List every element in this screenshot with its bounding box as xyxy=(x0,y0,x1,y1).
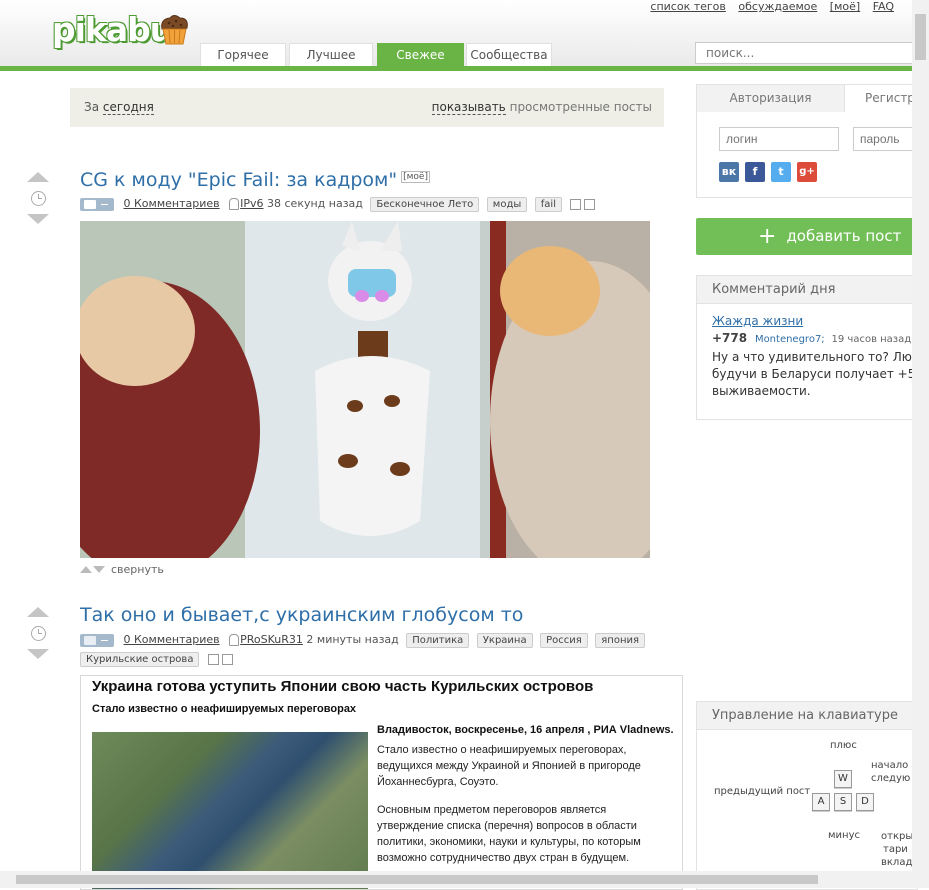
post-meta: 0 Комментариев IPv6 38 секунд назад Беск… xyxy=(80,197,596,212)
author-link[interactable]: PRoSKuR31 xyxy=(240,633,303,646)
widget-title: Комментарий дня xyxy=(697,276,917,304)
downvote-arrow-icon[interactable] xyxy=(27,649,49,659)
logo[interactable]: pikabu xyxy=(52,10,173,49)
widget-title: Управление на клавиатуре xyxy=(697,702,917,730)
horizontal-scroll-thumb[interactable] xyxy=(16,875,818,884)
key-s: S xyxy=(834,793,852,811)
user-icon xyxy=(229,634,240,646)
filter-bar: За сегодня показывать просмотренные пост… xyxy=(70,88,664,127)
tag[interactable]: япония xyxy=(595,633,645,648)
facebook-icon[interactable]: f xyxy=(745,162,765,182)
post-title[interactable]: CG к моду "Epic Fail: за кадром" [моё] xyxy=(80,169,430,191)
tag[interactable]: Курильские острова xyxy=(80,652,200,667)
muffin-logo-icon[interactable] xyxy=(157,14,191,46)
post-time: 2 минуты назад xyxy=(306,633,399,646)
save-icon[interactable] xyxy=(570,198,582,210)
tab-hot[interactable]: Горячее xyxy=(200,43,286,66)
login-input[interactable] xyxy=(719,127,839,151)
key-d: D xyxy=(856,793,874,811)
comment-rating: +778 xyxy=(712,331,748,345)
comment-of-day-widget: Комментарий дня Жажда жизни +778 Montene… xyxy=(696,275,918,420)
tab-authorization[interactable]: Авторизация xyxy=(697,85,845,112)
next-label: начало следую xyxy=(871,760,911,784)
header: pikabu список тегов обсуждаемое [моё] FA… xyxy=(0,0,917,70)
keyboard-widget: Управление на клавиатуре плюс предыдущий… xyxy=(696,701,918,890)
comment-time: 19 часов назад xyxy=(831,334,912,345)
vote-controls xyxy=(27,172,49,224)
post-title[interactable]: Так оно и бывает,с украинским глобусом т… xyxy=(80,604,523,626)
tag[interactable]: Бесконечное Лето xyxy=(370,197,480,212)
header-divider xyxy=(0,66,912,71)
viewed-posts-label: просмотренные посты xyxy=(509,100,652,114)
plus-label: плюс xyxy=(830,740,857,751)
downvote-arrow-icon[interactable] xyxy=(27,214,49,224)
search-input[interactable] xyxy=(695,42,917,64)
map-image xyxy=(92,732,368,889)
tag[interactable]: Политика xyxy=(406,633,470,648)
news-headline: Украина готова уступить Японии свою част… xyxy=(92,678,594,695)
open-tab-label: откры тари вклад xyxy=(881,831,914,868)
period-selector[interactable]: сегодня xyxy=(102,100,154,115)
clock-icon xyxy=(30,191,46,206)
mine-link[interactable]: [моё] xyxy=(830,0,860,13)
upvote-arrow-icon[interactable] xyxy=(27,172,49,182)
tag[interactable]: моды xyxy=(486,197,528,212)
twitter-icon[interactable]: t xyxy=(771,162,791,182)
post-meta-line2: Курильские острова xyxy=(80,652,233,667)
horizontal-scrollbar[interactable] xyxy=(0,871,912,888)
comment-text: Ну а что удивительного то? Люба будучи в… xyxy=(712,350,918,398)
comments-link[interactable]: 0 Комментариев xyxy=(124,633,220,646)
top-links: список тегов обсуждаемое [моё] FAQ xyxy=(641,0,894,13)
prev-post-label: предыдущий пост xyxy=(714,786,811,797)
down-arrow-icon xyxy=(93,566,105,573)
post-meta: 0 Комментариев PRoSKuR31 2 минуты назад … xyxy=(80,633,645,648)
comments-link[interactable]: 0 Комментариев xyxy=(124,197,220,210)
post-image[interactable] xyxy=(80,221,650,558)
expand-icon[interactable] xyxy=(584,198,596,210)
tag[interactable]: fail xyxy=(534,197,562,212)
minus-label: минус xyxy=(828,830,860,841)
tab-best[interactable]: Лучшее xyxy=(289,43,373,66)
text-type-icon[interactable] xyxy=(80,633,114,647)
plus-icon: + xyxy=(758,224,777,249)
clock-icon xyxy=(30,626,46,641)
news-subheadline: Стало известно о неафишируемых переговор… xyxy=(92,703,357,715)
vk-icon[interactable]: вк xyxy=(719,162,739,182)
show-viewed-toggle[interactable]: показывать xyxy=(431,100,506,115)
post-time: 38 секунд назад xyxy=(267,197,363,210)
add-post-button[interactable]: + добавить пост xyxy=(696,218,916,255)
tag[interactable]: Украина xyxy=(476,633,533,648)
tags-list-link[interactable]: список тегов xyxy=(650,0,725,13)
tab-communities[interactable]: Сообщества xyxy=(466,43,552,66)
expand-icon[interactable] xyxy=(221,653,233,665)
comment-author[interactable]: Montenegro7; xyxy=(755,334,825,345)
vertical-scroll-thumb[interactable] xyxy=(915,14,926,60)
user-icon xyxy=(229,198,240,210)
image-type-icon[interactable] xyxy=(80,197,114,211)
upvote-arrow-icon[interactable] xyxy=(27,607,49,617)
comment-post-link[interactable]: Жажда жизни xyxy=(712,314,917,328)
up-arrow-icon xyxy=(80,566,92,573)
save-icon[interactable] xyxy=(207,653,219,665)
auth-panel: Авторизация Регистрация вк f t g+ xyxy=(696,84,929,198)
author-link[interactable]: IPv6 xyxy=(240,197,263,210)
news-body: Стало известно о неафишируемых переговор… xyxy=(377,744,641,864)
vertical-scrollbar[interactable] xyxy=(912,0,929,888)
google-plus-icon[interactable]: g+ xyxy=(797,162,817,182)
key-a: A xyxy=(812,793,830,811)
tag[interactable]: Россия xyxy=(540,633,588,648)
discussed-link[interactable]: обсуждаемое xyxy=(738,0,817,13)
key-w: W xyxy=(834,770,852,788)
mine-badge: [моё] xyxy=(401,170,430,183)
tab-fresh[interactable]: Свежее xyxy=(377,43,464,66)
faq-link[interactable]: FAQ xyxy=(873,0,894,13)
vote-controls xyxy=(27,607,49,659)
news-dateline: Владивосток, воскресенье, 16 апреля , РИ… xyxy=(377,724,674,736)
collapse-control[interactable]: свернуть xyxy=(80,563,164,576)
filter-prefix: За xyxy=(84,100,100,114)
news-screenshot: Украина готова уступить Японии свою част… xyxy=(80,675,683,890)
